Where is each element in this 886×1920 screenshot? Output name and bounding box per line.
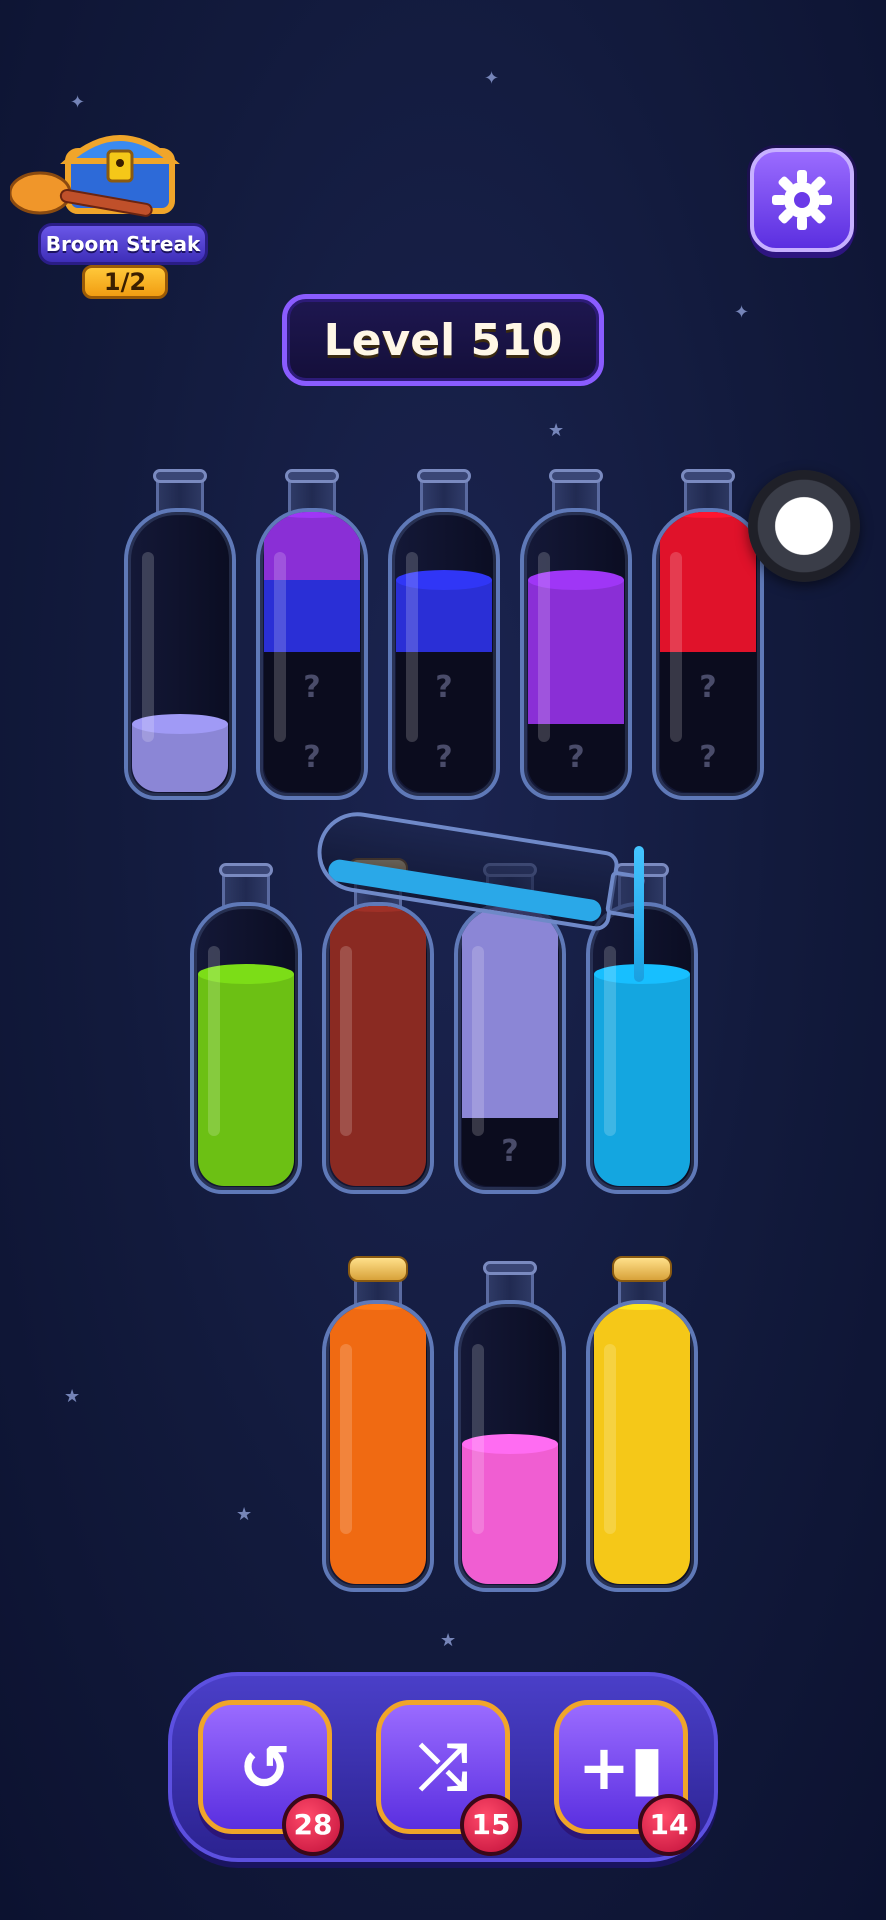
star-decoration: ★ <box>236 1504 253 1525</box>
broom-streak-count: 1/2 <box>82 265 168 299</box>
settings-button[interactable] <box>750 148 854 252</box>
level-badge: Level 510 <box>282 294 604 386</box>
broom-streak-label: Broom Streak <box>38 223 208 265</box>
glass-shine <box>340 946 352 1136</box>
bottle-glass <box>322 1300 434 1592</box>
glass-shine <box>406 552 418 742</box>
bottle-4[interactable]: ? <box>520 469 632 800</box>
bottle-glass: ?? <box>256 508 368 800</box>
bottle-glass: ? <box>454 902 566 1194</box>
gear-icon <box>772 170 832 230</box>
bottle-11[interactable] <box>454 1261 566 1592</box>
bottle-glass <box>454 1300 566 1592</box>
bottle-5[interactable]: ?? <box>652 469 764 800</box>
bottle-3[interactable]: ?? <box>388 469 500 800</box>
touch-indicator <box>748 470 860 582</box>
glass-shine <box>538 552 550 742</box>
bottle-cork <box>612 1256 672 1282</box>
star-decoration: ★ <box>64 1386 81 1407</box>
bottle-6[interactable] <box>190 863 302 1194</box>
glass-shine <box>472 1344 484 1534</box>
broom-streak-widget[interactable]: Broom Streak 1/2 <box>10 115 210 305</box>
level-title: Level 510 <box>323 314 563 366</box>
glass-shine <box>340 1344 352 1534</box>
star-decoration: ✦ <box>484 68 500 89</box>
glass-shine <box>670 552 682 742</box>
add-bottle-count-badge: 14 <box>638 1794 700 1856</box>
bottle-7[interactable] <box>322 858 434 1194</box>
broom-icon <box>10 171 153 217</box>
bottle-glass: ?? <box>388 508 500 800</box>
bottle-glass <box>190 902 302 1194</box>
bottle-glass: ? <box>520 508 632 800</box>
glass-shine <box>604 946 616 1136</box>
shuffle-count-badge: 15 <box>460 1794 522 1856</box>
bottle-cork <box>348 1256 408 1282</box>
pour-stream <box>634 846 644 982</box>
bottle-12[interactable] <box>586 1256 698 1592</box>
bottle-glass <box>322 902 434 1194</box>
glass-shine <box>208 946 220 1136</box>
bottle-glass <box>586 1300 698 1592</box>
glass-shine <box>604 1344 616 1534</box>
undo-count-badge: 28 <box>282 1794 344 1856</box>
bottle-1[interactable] <box>124 469 236 800</box>
glass-shine <box>472 946 484 1136</box>
glass-shine <box>274 552 286 742</box>
star-decoration: ✦ <box>70 92 86 113</box>
bottle-glass <box>124 508 236 800</box>
star-decoration: ✦ <box>734 302 750 323</box>
star-decoration: ★ <box>548 420 565 441</box>
bottle-10[interactable] <box>322 1256 434 1592</box>
star-decoration: ★ <box>440 1630 457 1651</box>
shuffle-icon: ⤮ <box>418 1730 468 1803</box>
bottle-2[interactable]: ?? <box>256 469 368 800</box>
bottle-glass: ?? <box>652 508 764 800</box>
undo-icon: ↺ <box>239 1730 291 1804</box>
add-bottle-icon: +▮ <box>577 1730 665 1804</box>
glass-shine <box>142 552 154 742</box>
